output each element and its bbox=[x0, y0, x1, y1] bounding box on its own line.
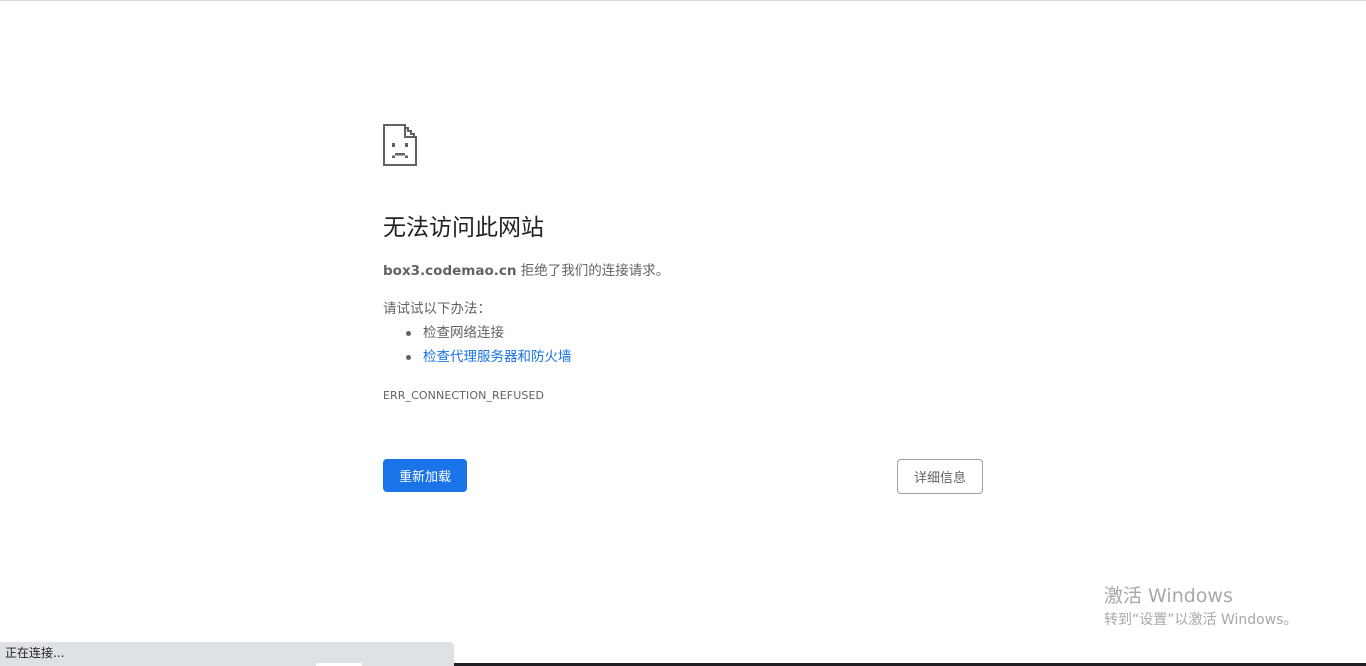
top-divider bbox=[0, 0, 1366, 1]
watermark-title: 激活 Windows bbox=[1104, 585, 1233, 607]
watermark-subtitle: 转到“设置”以激活 Windows。 bbox=[1104, 612, 1298, 628]
browser-page: 无法访问此网站 box3.codemao.cn 拒绝了我们的连接请求。 请试试以… bbox=[0, 0, 1366, 666]
status-bubble: 正在连接... bbox=[0, 642, 454, 666]
list-item: 检查代理服务器和防火墙 bbox=[383, 347, 572, 371]
details-button[interactable]: 详细信息 bbox=[897, 459, 983, 494]
suggestions-list: 检查网络连接 检查代理服务器和防火墙 bbox=[383, 323, 572, 371]
reload-button[interactable]: 重新加载 bbox=[383, 459, 467, 492]
bullet-icon bbox=[406, 355, 411, 360]
suggestions-heading: 请试试以下办法： bbox=[383, 301, 491, 317]
windows-activation-watermark: 激活 Windows 转到“设置”以激活 Windows。 bbox=[1104, 583, 1297, 630]
host-name: box3.codemao.cn bbox=[383, 263, 517, 279]
suggestion-check-network: 检查网络连接 bbox=[423, 325, 504, 341]
error-summary: box3.codemao.cn 拒绝了我们的连接请求。 bbox=[383, 261, 669, 281]
sad-page-icon bbox=[383, 124, 417, 166]
error-code: ERR_CONNECTION_REFUSED bbox=[383, 389, 545, 402]
page-title: 无法访问此网站 bbox=[383, 215, 544, 241]
summary-text: 拒绝了我们的连接请求。 bbox=[516, 263, 670, 279]
proxy-firewall-link[interactable]: 检查代理服务器和防火墙 bbox=[423, 349, 572, 365]
list-item: 检查网络连接 bbox=[383, 323, 572, 347]
bullet-icon bbox=[406, 331, 411, 336]
